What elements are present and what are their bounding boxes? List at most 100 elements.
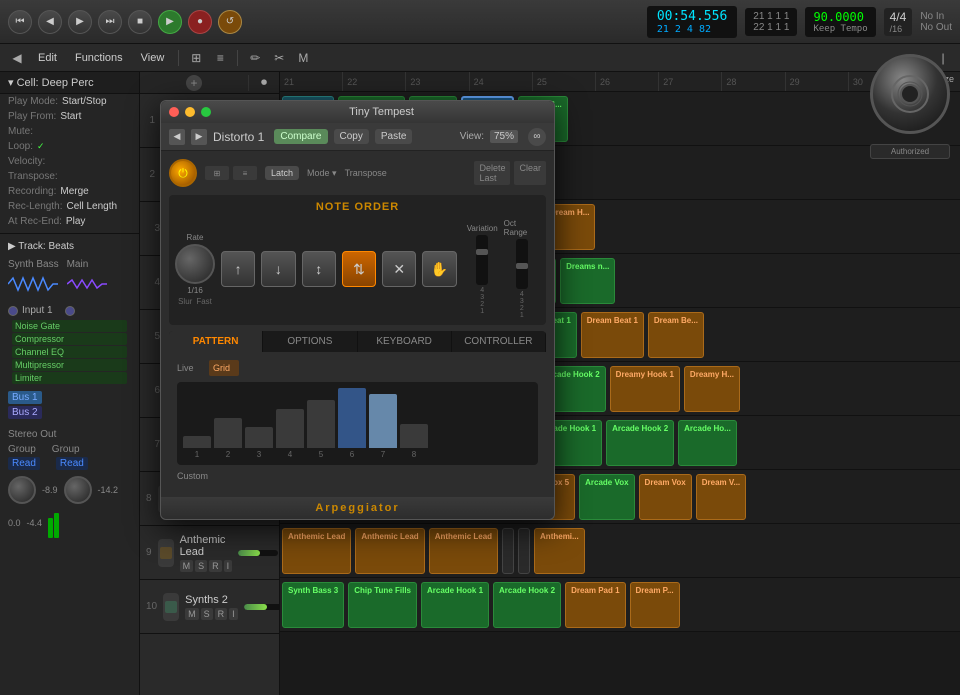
rec-btn-9[interactable]: R	[209, 560, 222, 572]
back-btn[interactable]: ◀	[38, 10, 62, 34]
noise-gate-plugin[interactable]: Noise Gate	[12, 320, 127, 332]
order-play-btn[interactable]: ✋	[422, 251, 456, 287]
volume-knob2[interactable]	[64, 476, 92, 504]
clip-arcade-vox[interactable]: Arcade Vox	[579, 474, 634, 520]
solo-btn-10[interactable]: S	[201, 608, 213, 620]
clip-arcade-ho[interactable]: Arcade Ho...	[678, 420, 737, 466]
clip-arcade-hook1-r10[interactable]: Arcade Hook 1	[421, 582, 489, 628]
track-info-10: Synths 2 M S R I	[185, 594, 238, 620]
rewind-btn[interactable]: ⏮	[8, 10, 32, 34]
clip-synth-bass3[interactable]: Synth Bass 3	[282, 582, 344, 628]
clip-dreamy-hook1[interactable]: Dreamy Hook 1	[610, 366, 680, 412]
clip-anthemic3[interactable]: Anthemic Lead	[429, 528, 498, 574]
power-button[interactable]: ⏻	[169, 159, 197, 187]
clip-dreams-n[interactable]: Dreams n...	[560, 258, 615, 304]
rec-btn-10[interactable]: R	[215, 608, 228, 620]
pattern-bar-6[interactable]	[338, 388, 366, 448]
minimize-window-btn[interactable]	[185, 107, 195, 117]
oct-range-slider[interactable]	[516, 239, 528, 289]
compressor-plugin[interactable]: Compressor	[12, 333, 127, 345]
stop-btn[interactable]: ■	[128, 10, 152, 34]
transpose-label: Transpose	[345, 168, 387, 178]
variation-slider[interactable]	[476, 235, 488, 285]
menu-view[interactable]: View	[133, 49, 173, 67]
paste-btn[interactable]: Paste	[375, 129, 413, 144]
read-btn2[interactable]: Read	[56, 457, 88, 470]
next-preset-btn[interactable]: ▶	[191, 129, 207, 145]
prev-preset-btn[interactable]: ◀	[169, 129, 185, 145]
bus2-label[interactable]: Bus 2	[8, 406, 42, 419]
skip-btn[interactable]: ⏭	[98, 10, 122, 34]
loop-btn[interactable]: ↺	[218, 10, 242, 34]
tab-keyboard[interactable]: KEYBOARD	[358, 331, 452, 352]
input-btn-9[interactable]: I	[224, 560, 233, 572]
clip-empty2[interactable]	[518, 528, 530, 574]
midi-btn[interactable]: M	[292, 47, 314, 69]
tab-controller[interactable]: CONTROLLER	[452, 331, 546, 352]
record-track-btn[interactable]: ⏺	[253, 72, 275, 94]
scissors-btn[interactable]: ✂	[268, 47, 290, 69]
rate-knob[interactable]	[175, 244, 215, 284]
delete-last-btn[interactable]: DeleteLast	[474, 161, 510, 185]
grid-btn[interactable]: Grid	[209, 360, 239, 376]
forward-btn[interactable]: ▶	[68, 10, 92, 34]
pattern-bar-8[interactable]	[400, 424, 428, 448]
back-nav-btn[interactable]: ◀	[6, 47, 28, 69]
order-updown-btn[interactable]: ↕	[302, 251, 336, 287]
solo-btn-9[interactable]: S	[195, 560, 207, 572]
menu-edit[interactable]: Edit	[30, 49, 65, 67]
pattern-bar-1[interactable]	[183, 436, 211, 448]
track-fader-9[interactable]	[238, 550, 278, 556]
tab-options[interactable]: OPTIONS	[263, 331, 357, 352]
add-track-btn[interactable]: +	[186, 75, 202, 91]
mute-btn-10[interactable]: M	[185, 608, 199, 620]
clip-arcade-hook2-r10[interactable]: Arcade Hook 2	[493, 582, 561, 628]
clip-dream-vox[interactable]: Dream Vox	[639, 474, 692, 520]
latch-btn[interactable]: Latch	[265, 166, 299, 180]
clip-dreamy-h[interactable]: Dreamy H...	[684, 366, 740, 412]
clip-anthemic2[interactable]: Anthemic Lead	[355, 528, 424, 574]
clip-dream-beat1[interactable]: Dream Beat 1	[581, 312, 644, 358]
clear-btn[interactable]: Clear	[514, 161, 546, 185]
play-btn[interactable]: ▶	[158, 10, 182, 34]
read-btn1[interactable]: Read	[8, 457, 40, 470]
pattern-bar-5[interactable]	[307, 400, 335, 448]
clip-chip-tune[interactable]: Chip Tune Fills	[348, 582, 417, 628]
pattern-bar-2[interactable]	[214, 418, 242, 448]
input-btn-10[interactable]: I	[229, 608, 238, 620]
mute-btn-9[interactable]: M	[180, 560, 194, 572]
menu-functions[interactable]: Functions	[67, 49, 131, 67]
clip-anthemic-e[interactable]: Anthemi...	[534, 528, 585, 574]
track-fader-10[interactable]	[244, 604, 279, 610]
order-random-alt-btn[interactable]: ⇅	[342, 251, 376, 287]
volume-knob1[interactable]	[8, 476, 36, 504]
maximize-window-btn[interactable]	[201, 107, 211, 117]
channel-eq-plugin[interactable]: Channel EQ	[12, 346, 127, 358]
link-btn[interactable]: ∞	[528, 128, 546, 146]
clip-arcade-hook2-r7[interactable]: Arcade Hook 2	[606, 420, 674, 466]
pencil-tool-btn[interactable]: ✏	[244, 47, 266, 69]
clip-empty1[interactable]	[502, 528, 514, 574]
copy-btn[interactable]: Copy	[334, 129, 369, 144]
order-random-btn[interactable]: ✕	[382, 251, 416, 287]
limiter-plugin[interactable]: Limiter	[12, 372, 127, 384]
grid-view-btn[interactable]: ⊞	[185, 47, 207, 69]
multipressor-plugin[interactable]: Multipressor	[12, 359, 127, 371]
clip-dream-beat-e[interactable]: Dream Be...	[648, 312, 704, 358]
record-btn[interactable]: ●	[188, 10, 212, 34]
tab-pattern[interactable]: PATTERN	[169, 331, 263, 352]
bus1-label[interactable]: Bus 1	[8, 391, 42, 404]
clip-dream-p[interactable]: Dream P...	[630, 582, 680, 628]
pattern-bar-7[interactable]	[369, 394, 397, 448]
order-up-btn[interactable]: ↑	[221, 251, 255, 287]
compare-btn[interactable]: Compare	[274, 129, 327, 144]
pattern-bar-4[interactable]	[276, 409, 304, 448]
close-window-btn[interactable]	[169, 107, 179, 117]
list-view-btn[interactable]: ≡	[209, 47, 231, 69]
order-down-btn[interactable]: ↓	[261, 251, 295, 287]
clip-dream-v[interactable]: Dream V...	[696, 474, 746, 520]
fader-value4: -4.4	[27, 518, 43, 528]
pattern-bar-3[interactable]	[245, 427, 273, 448]
clip-dream-pad1[interactable]: Dream Pad 1	[565, 582, 625, 628]
clip-anthemic1[interactable]: Anthemic Lead	[282, 528, 351, 574]
